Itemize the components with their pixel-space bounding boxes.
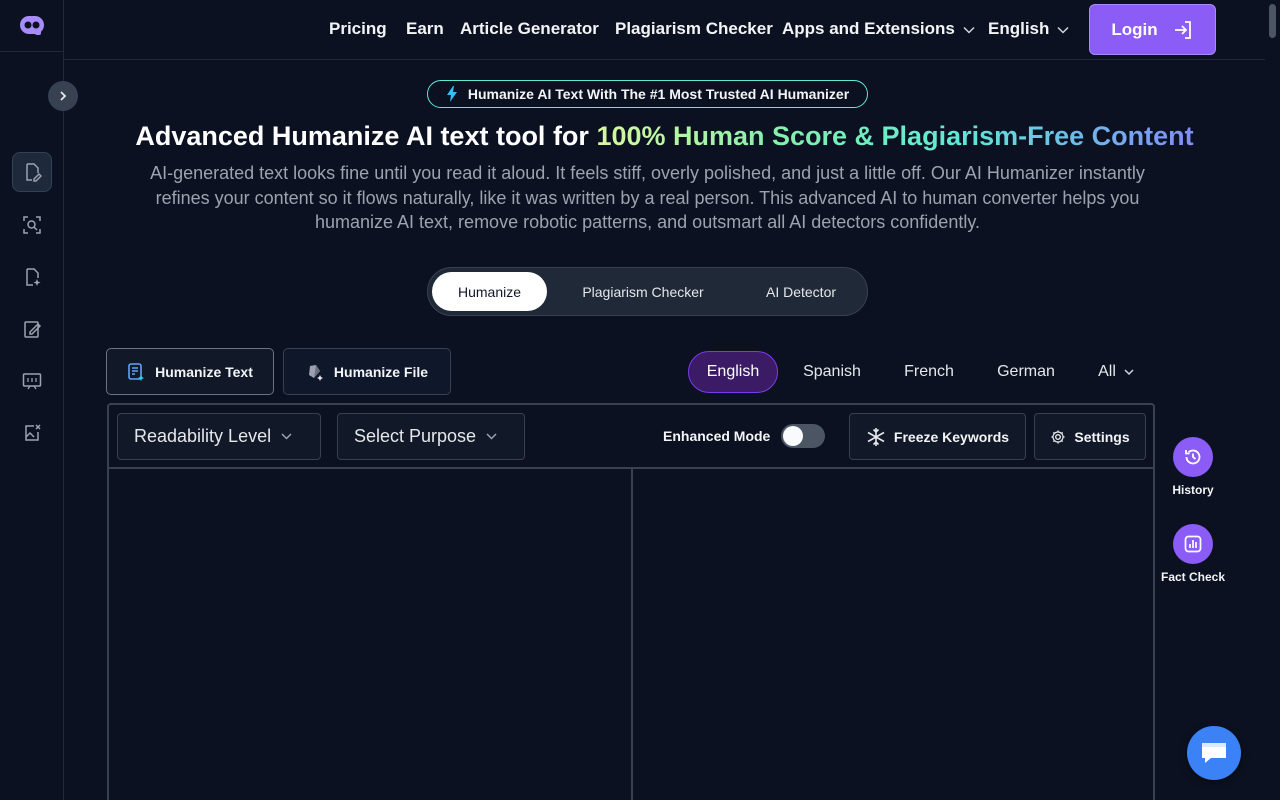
- language-all-label: All: [1098, 363, 1116, 380]
- readability-level-dropdown[interactable]: Readability Level: [117, 413, 321, 460]
- settings-button[interactable]: Settings: [1034, 413, 1146, 460]
- freeze-keywords-button[interactable]: Freeze Keywords: [849, 413, 1026, 460]
- compare-icon: [22, 373, 42, 390]
- document-sparkle-icon: [26, 268, 41, 286]
- mode-tab-bar: Humanize Plagiarism Checker AI Detector: [427, 267, 868, 316]
- page-scrollbar[interactable]: [1265, 0, 1280, 800]
- select-purpose-dropdown[interactable]: Select Purpose: [337, 413, 525, 460]
- nav-apps-dropdown[interactable]: Apps and Extensions: [782, 19, 975, 39]
- chevron-down-icon: [1124, 368, 1134, 375]
- output-text-area[interactable]: [633, 469, 1153, 800]
- freeze-keywords-label: Freeze Keywords: [893, 428, 1010, 445]
- nav-language-label: English: [988, 19, 1050, 38]
- editor-panel: Readability Level Select Purpose Enhance…: [107, 403, 1155, 800]
- nav-link-pricing[interactable]: Pricing: [329, 19, 387, 39]
- file-icon: [308, 364, 323, 381]
- login-icon: [1174, 20, 1191, 39]
- sidebar-item-scan[interactable]: [12, 205, 52, 245]
- gear-icon: [1051, 430, 1065, 443]
- language-tab-german[interactable]: German: [984, 351, 1068, 393]
- language-tab-spanish[interactable]: Spanish: [790, 351, 874, 393]
- scan-icon: [23, 216, 41, 234]
- login-button[interactable]: Login: [1089, 4, 1216, 55]
- language-tab-english[interactable]: English: [688, 351, 778, 393]
- readability-level-label: Readability Level: [134, 426, 272, 446]
- enhanced-mode-toggle[interactable]: [781, 424, 825, 448]
- nav-apps-label: Apps and Extensions: [782, 19, 955, 38]
- chevron-down-icon: [1057, 26, 1069, 34]
- fact-check-button[interactable]: Fact Check: [1153, 524, 1233, 584]
- tab-plagiarism-checker[interactable]: Plagiarism Checker: [563, 272, 723, 311]
- login-label: Login: [1111, 19, 1158, 39]
- tab-ai-detector[interactable]: AI Detector: [746, 272, 856, 311]
- left-sidebar: [0, 0, 64, 800]
- editor-toolbar: Readability Level Select Purpose Enhance…: [109, 405, 1153, 469]
- language-tab-french[interactable]: French: [890, 351, 968, 393]
- headline-plain: Advanced Humanize AI text tool for: [135, 121, 597, 151]
- language-all-dropdown[interactable]: All: [1088, 351, 1144, 393]
- scrollbar-thumb[interactable]: [1269, 4, 1276, 38]
- history-icon: [1185, 449, 1201, 465]
- hero-badge-text: Humanize AI Text With The #1 Most Truste…: [467, 86, 850, 102]
- chat-icon: [1202, 743, 1226, 763]
- lightning-icon: [446, 86, 457, 102]
- sidebar-item-remove[interactable]: [12, 413, 52, 453]
- image-remove-icon: [25, 424, 41, 441]
- page-title: Advanced Humanize AI text tool for 100% …: [64, 121, 1265, 152]
- logo[interactable]: [0, 0, 64, 52]
- sidebar-item-writer[interactable]: [12, 309, 52, 349]
- enhanced-mode-label: Enhanced Mode: [663, 428, 771, 444]
- chevron-down-icon: [963, 26, 975, 34]
- hero-badge: Humanize AI Text With The #1 Most Truste…: [427, 80, 868, 108]
- humanize-text-label: Humanize Text: [155, 363, 253, 380]
- document-edit-icon: [26, 163, 42, 182]
- select-purpose-label: Select Purpose: [354, 426, 477, 446]
- top-navigation: Pricing Earn Article Generator Plagiaris…: [64, 0, 1265, 60]
- toggle-knob: [783, 426, 803, 446]
- sidebar-expand-button[interactable]: [48, 81, 78, 111]
- history-button[interactable]: History: [1153, 437, 1233, 497]
- sidebar-item-ai-document[interactable]: [12, 257, 52, 297]
- sidebar-item-compare[interactable]: [12, 361, 52, 401]
- chevron-down-icon: [281, 433, 292, 440]
- nav-language-dropdown[interactable]: English: [988, 19, 1069, 39]
- bar-chart-icon: [1184, 535, 1202, 553]
- hero-description: AI-generated text looks fine until you r…: [150, 163, 1145, 232]
- logo-icon: [20, 15, 44, 35]
- fact-check-circle[interactable]: [1173, 524, 1213, 564]
- sidebar-item-humanizer[interactable]: [12, 152, 52, 192]
- tab-humanize[interactable]: Humanize: [432, 272, 547, 311]
- nav-link-earn[interactable]: Earn: [406, 19, 444, 39]
- history-label: History: [1172, 483, 1214, 497]
- snowflake-icon: [867, 427, 885, 446]
- input-text-area[interactable]: [109, 469, 631, 800]
- chat-support-button[interactable]: [1187, 726, 1241, 780]
- humanize-file-label: Humanize File: [333, 363, 429, 380]
- headline-highlight: 100% Human Score & Plagiarism-Free Conte…: [596, 121, 1194, 151]
- history-circle[interactable]: [1173, 437, 1213, 477]
- chevron-down-icon: [486, 433, 497, 440]
- humanize-text-button[interactable]: Humanize Text: [106, 348, 274, 395]
- settings-label: Settings: [1074, 428, 1130, 445]
- chevron-right-icon: [60, 91, 67, 101]
- fact-check-label: Fact Check: [1160, 570, 1226, 584]
- humanize-file-button[interactable]: Humanize File: [283, 348, 451, 395]
- nav-link-plagiarism-checker[interactable]: Plagiarism Checker: [615, 19, 773, 39]
- pen-document-icon: [24, 321, 42, 338]
- nav-link-article-generator[interactable]: Article Generator: [460, 19, 599, 39]
- text-document-icon: [128, 362, 145, 381]
